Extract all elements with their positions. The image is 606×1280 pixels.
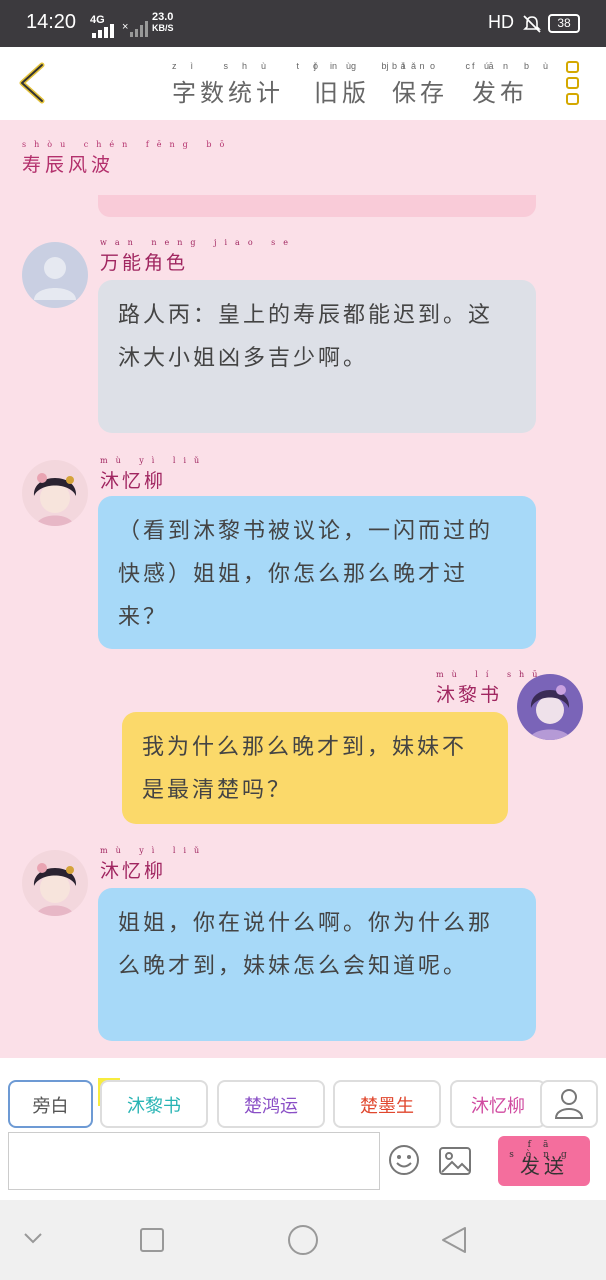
default-user-icon — [34, 257, 76, 300]
sender-pinyin: wan neng jiao se — [100, 238, 297, 247]
chip-label: 沐黎书 — [127, 1096, 181, 1117]
message-bubble[interactable]: （看到沐黎书被议论，一闪而过的快感）姐姐，你怎么那么晚才过来？ — [98, 496, 536, 649]
send-button[interactable]: fā sòng 发送 — [498, 1136, 590, 1186]
publish-button[interactable]: fā bù 发布 — [472, 61, 562, 108]
message-bubble[interactable]: 姐姐，你在说什么啊。你为什么那么晚才到，妹妹怎么会知道呢。 — [98, 888, 536, 1041]
emoji-icon[interactable] — [388, 1144, 420, 1176]
previous-bubble-fragment — [98, 195, 536, 217]
sender-pinyin: mù yì liǔ — [100, 846, 208, 855]
status-bar: 14:20 4G × 23.0 KB/S HD 38 — [0, 0, 606, 47]
character-chip-mu-yiliu[interactable]: 沐忆柳 — [450, 1080, 546, 1128]
chip-label: 楚墨生 — [360, 1096, 414, 1117]
publish-label: 发布 — [472, 79, 528, 107]
message-sender-name: wan neng jiao se 万能角色 — [100, 238, 296, 275]
net-speed-unit: KB/S — [152, 23, 174, 33]
status-time: 14:20 — [26, 11, 77, 33]
message-bubble[interactable]: 我为什么那么晚才到，妹妹不是最清楚吗？ — [122, 712, 508, 824]
send-pinyin: fā sòng — [509, 1140, 579, 1160]
system-nav-bar — [0, 1200, 606, 1280]
message-sender-name: mù lí shū 沐黎书 — [436, 670, 545, 707]
message-bubble[interactable]: 路人丙：皇上的寿辰都能迟到。这沐大小姐凶多吉少啊。 — [98, 280, 536, 433]
chip-label: 楚鸿运 — [244, 1096, 298, 1117]
signal-icon — [92, 24, 114, 38]
character-portrait-icon — [33, 863, 77, 916]
more-menu-icon[interactable] — [566, 61, 580, 107]
document-title: shòu chén fēng bō 寿辰风波 — [22, 140, 232, 177]
home-icon[interactable] — [287, 1224, 319, 1256]
document-title-text: 寿辰风波 — [22, 154, 115, 176]
menu-dot — [566, 77, 579, 89]
back-arrow-icon[interactable] — [14, 59, 54, 107]
svg-text:×: × — [122, 21, 128, 33]
chip-label: 旁白 — [32, 1096, 69, 1117]
character-chip-chu-mosheng[interactable]: 楚墨生 — [333, 1080, 441, 1128]
menu-dot — [566, 93, 579, 105]
mute-icon — [523, 15, 541, 33]
top-toolbar: zì shù tǒng jì 字数统计 jiù bǎn 旧版 bǎo cún 保… — [0, 47, 606, 120]
net-speed: 23.0 KB/S — [152, 12, 174, 34]
sender-pinyin: mù lí shū — [436, 670, 546, 679]
sender-name-text: 沐忆柳 — [100, 470, 167, 492]
hd-indicator: HD — [488, 12, 514, 32]
avatar-mu-yiliu[interactable] — [22, 850, 88, 916]
composer-panel: 旁白 主 沐黎书 楚鸿运 楚墨生 沐忆柳 fā sòng 发送 — [0, 1058, 606, 1200]
sender-pinyin: mù yì liǔ — [100, 456, 208, 465]
character-portrait-icon — [33, 473, 77, 526]
send-label: 发送 — [520, 1154, 568, 1178]
recent-apps-icon[interactable] — [139, 1227, 165, 1253]
nav-back-icon[interactable] — [440, 1225, 468, 1255]
net-speed-value: 23.0 — [152, 11, 174, 23]
document-title-pinyin: shòu chén fēng bō — [22, 140, 233, 149]
image-icon[interactable] — [438, 1146, 472, 1176]
signal-no-sim-icon: × — [122, 21, 148, 37]
chat-content[interactable]: shòu chén fēng bō 寿辰风波 wan neng jiao se … — [0, 120, 606, 1058]
sender-name-text: 沐忆柳 — [100, 860, 167, 882]
sender-name-text: 万能角色 — [100, 252, 189, 274]
chip-label: 沐忆柳 — [471, 1096, 525, 1117]
publish-pinyin: fā bù — [472, 61, 563, 71]
avatar-default[interactable] — [22, 242, 88, 308]
character-chip-narrator[interactable]: 旁白 — [8, 1080, 93, 1128]
menu-dot — [566, 61, 579, 73]
character-chip-chu-hongyun[interactable]: 楚鸿运 — [217, 1080, 325, 1128]
message-sender-name: mù yì liǔ 沐忆柳 — [100, 846, 207, 883]
message-sender-name: mù yì liǔ 沐忆柳 — [100, 456, 207, 493]
message-input[interactable] — [8, 1132, 380, 1190]
user-icon — [554, 1089, 584, 1119]
sender-name-text: 沐黎书 — [436, 684, 503, 706]
avatar-mu-yiliu[interactable] — [22, 460, 88, 526]
character-chip-mu-lishu[interactable]: 沐黎书 — [100, 1080, 208, 1128]
select-character-button[interactable] — [540, 1080, 598, 1128]
collapse-icon[interactable] — [22, 1230, 44, 1246]
battery-icon: 38 — [548, 14, 580, 33]
